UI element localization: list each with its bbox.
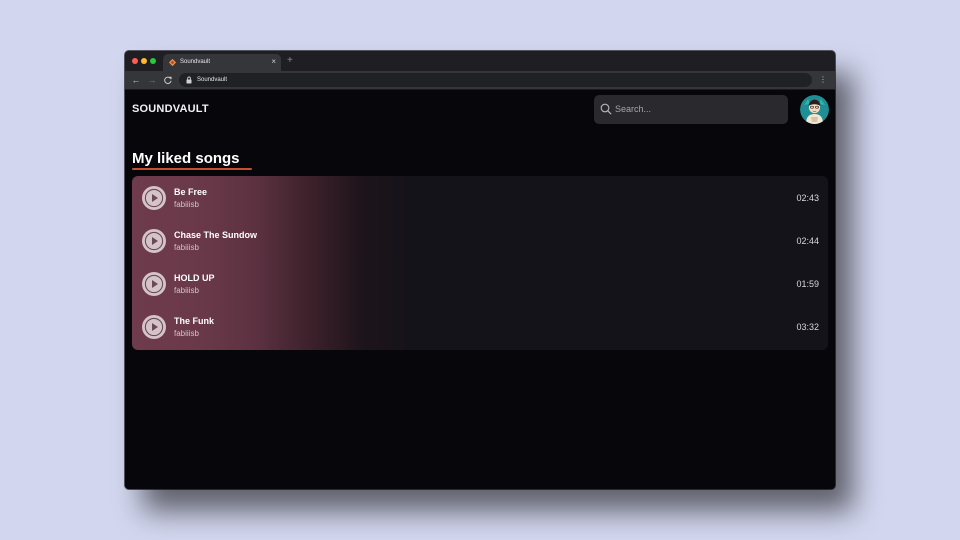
reload-button[interactable] (163, 74, 173, 86)
maximize-window-button[interactable] (150, 58, 156, 64)
song-duration: 03:32 (796, 322, 819, 332)
user-avatar[interactable] (800, 95, 829, 124)
play-icon[interactable] (142, 315, 166, 339)
play-icon[interactable] (142, 272, 166, 296)
song-row[interactable]: Chase The Sundow fabiiisb 02:44 (132, 219, 828, 262)
song-duration: 01:59 (796, 279, 819, 289)
close-window-button[interactable] (132, 58, 138, 64)
song-artist[interactable]: fabiiisb (174, 329, 199, 339)
app-content: SOUNDVAULT My liked songs (125, 90, 835, 489)
search-box[interactable] (594, 95, 788, 124)
liked-songs-list: Be Free fabiiisb 02:43 Chase The Sundow … (132, 176, 828, 350)
back-button[interactable]: ← (131, 74, 141, 86)
close-tab-icon[interactable]: × (271, 57, 276, 67)
new-tab-button[interactable]: + (287, 55, 293, 67)
song-artist[interactable]: fabiiisb (174, 200, 199, 210)
brand-logo-text[interactable]: SOUNDVAULT (132, 103, 209, 115)
song-artist[interactable]: fabiiisb (174, 243, 199, 253)
avatar-illustration-icon (800, 95, 829, 124)
tab-title: Soundvault (180, 59, 211, 65)
play-icon[interactable] (142, 229, 166, 253)
browser-menu-icon[interactable]: ⋮ (819, 73, 827, 87)
url-text: Soundvault (197, 77, 228, 83)
play-icon[interactable] (142, 186, 166, 210)
song-row[interactable]: HOLD UP fabiiisb 01:59 (132, 262, 828, 305)
reload-icon (164, 76, 172, 85)
song-row[interactable]: Be Free fabiiisb 02:43 (132, 176, 828, 219)
lock-icon (186, 76, 192, 84)
song-duration: 02:44 (796, 236, 819, 246)
page-title: My liked songs (132, 150, 240, 167)
song-artist[interactable]: fabiiisb (174, 286, 199, 296)
song-title: Chase The Sundow (174, 230, 258, 240)
song-duration: 02:43 (796, 193, 819, 203)
forward-button[interactable]: → (147, 74, 157, 86)
tab-strip: Soundvault × + (125, 51, 835, 71)
title-underline (132, 168, 252, 170)
song-title: HOLD UP (174, 273, 215, 283)
browser-window: Soundvault × + ← → Soundvault ⋮ SOUNDVAU… (125, 51, 835, 489)
search-input[interactable] (615, 102, 780, 116)
search-icon (600, 103, 612, 115)
browser-toolbar: ← → Soundvault ⋮ (125, 71, 835, 90)
browser-tab[interactable]: Soundvault × (163, 54, 281, 71)
song-title: The Funk (174, 316, 214, 326)
address-bar[interactable]: Soundvault (179, 73, 812, 87)
song-title: Be Free (174, 187, 208, 197)
minimize-window-button[interactable] (141, 58, 147, 64)
soundvault-favicon-icon (168, 58, 177, 67)
song-row[interactable]: The Funk fabiiisb 03:32 (132, 305, 828, 348)
